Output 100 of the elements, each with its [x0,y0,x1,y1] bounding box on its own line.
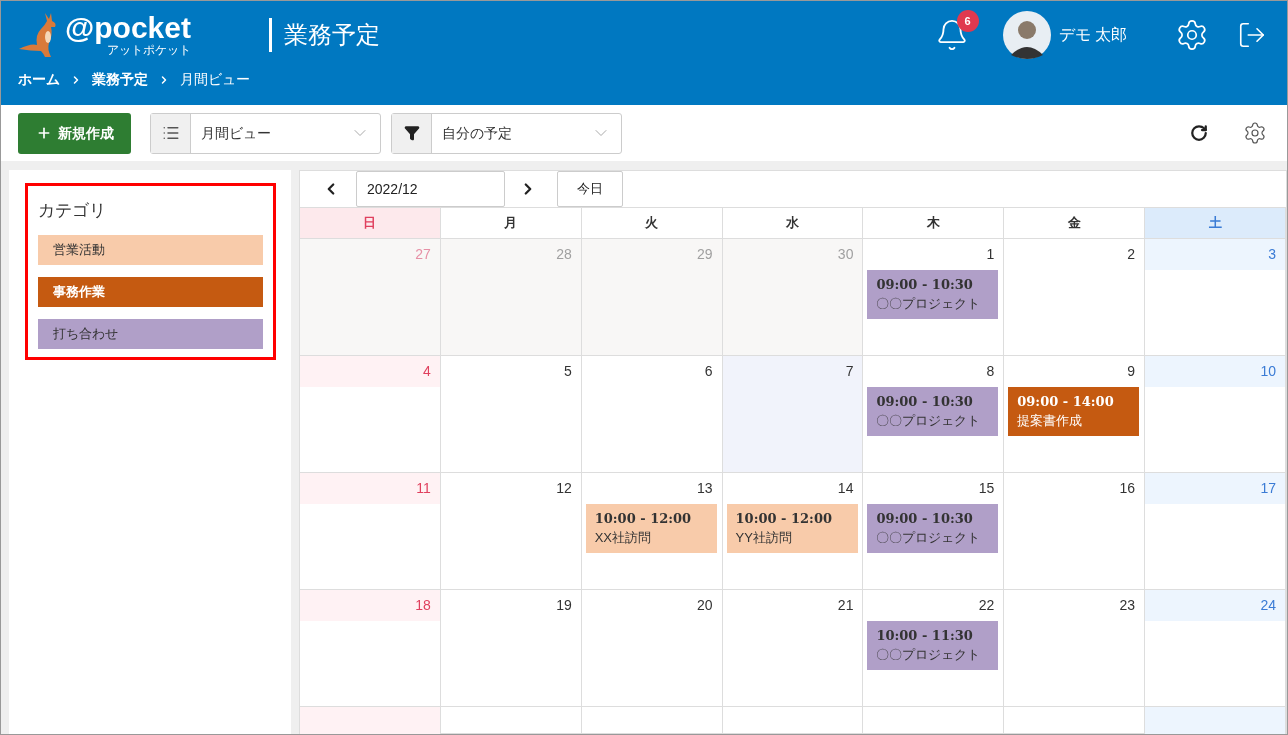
day-number: 21 [837,596,854,615]
day-number: 1 [986,245,995,264]
day-cell[interactable]: 2 [1004,239,1146,356]
day-number: 12 [556,479,572,498]
view-select[interactable]: 月間ビュー [150,112,381,154]
category-tag[interactable]: 営業活動 [38,234,263,265]
day-cell[interactable]: 1 09:00 - 10:30 〇〇プロジェクト [863,239,1005,356]
category-tag[interactable]: 打ち合わせ [38,318,263,349]
day-cell[interactable]: 23 [1004,590,1146,707]
day-number: 10 [1260,362,1276,381]
day-cell[interactable]: 6 [581,356,723,473]
filter-select[interactable]: 自分の予定 [391,112,622,154]
event-time: 09:00 - 10:30 [876,277,974,293]
filter-icon [403,125,420,141]
day-number: 17 [1260,479,1276,498]
day-number: 7 [845,362,854,381]
category-tag[interactable]: 事務作業 [38,276,263,307]
logo-text: @pocket [65,13,191,43]
day-cell[interactable]: 16 [1004,473,1146,590]
day-number: 14 [837,479,854,498]
day-number: 2 [1127,245,1136,264]
event-title: 〇〇プロジェクト [876,296,982,312]
day-number: 22 [978,596,995,615]
day-number: 29 [697,245,713,264]
day-cell[interactable]: 24 [1145,590,1286,707]
day-number: 19 [556,596,572,615]
settings-icon[interactable] [1243,121,1267,145]
day-cell[interactable]: 7 [722,356,864,473]
day-number: 4 [423,362,431,381]
list-icon [161,124,180,142]
weekday-header: 金 [1004,208,1146,239]
event-block[interactable]: 09:00 - 10:30 〇〇プロジェクト [867,504,999,553]
day-cell[interactable] [300,707,441,734]
weekday-header: 木 [863,208,1005,239]
user-name[interactable]: デモ 太郎 [1058,23,1127,47]
breadcrumb-link[interactable]: ホーム [18,69,60,90]
day-cell[interactable]: 3 [1145,239,1286,356]
notification-badge: 6 [956,10,979,32]
day-cell[interactable]: 4 [300,356,441,473]
new-button[interactable]: 新規作成 [18,112,131,154]
day-cell[interactable]: 8 09:00 - 10:30 〇〇プロジェクト [863,356,1005,473]
view-select-value: 月間ビュー [201,123,272,143]
weekday-header: 日 [300,208,441,239]
event-time: 10:00 - 12:00 [594,511,693,527]
event-block[interactable]: 10:00 - 11:30 〇〇プロジェクト [867,621,999,670]
event-title: YY社訪問 [735,530,793,546]
day-number: 11 [416,479,431,498]
weekday-header: 月 [440,208,582,239]
event-block[interactable]: 09:00 - 14:00 提案書作成 [1008,387,1140,436]
event-block[interactable]: 10:00 - 12:00 XX社訪問 [585,504,717,553]
breadcrumb-link[interactable]: 業務予定 [92,69,148,90]
day-cell[interactable]: 19 [440,590,582,707]
day-cell[interactable]: 12 [440,473,582,590]
day-cell[interactable]: 20 [581,590,723,707]
day-cell[interactable]: 10 [1145,356,1286,473]
event-time: 10:00 - 11:30 [876,628,974,644]
event-time: 10:00 - 12:00 [735,511,833,527]
event-block[interactable]: 09:00 - 10:30 〇〇プロジェクト [867,270,999,319]
day-number: 20 [697,596,713,615]
event-block[interactable]: 09:00 - 10:30 〇〇プロジェクト [867,387,999,436]
day-number: 16 [1119,479,1136,498]
day-cell[interactable] [1145,707,1286,734]
today-button[interactable]: 今日 [557,171,623,207]
filter-select-value: 自分の予定 [442,123,513,143]
weekday-header: 土 [1145,208,1286,239]
avatar[interactable] [1002,11,1051,59]
day-cell[interactable]: 9 09:00 - 14:00 提案書作成 [1004,356,1146,473]
day-number: 24 [1260,596,1276,615]
day-number: 27 [415,245,431,264]
day-cell[interactable]: 21 [722,590,864,707]
event-title: 〇〇プロジェクト [876,530,982,546]
day-cell[interactable]: 5 [440,356,582,473]
event-block[interactable]: 10:00 - 12:00 YY社訪問 [726,504,858,553]
day-cell[interactable]: 14 10:00 - 12:00 YY社訪問 [722,473,864,590]
day-cell[interactable]: 22 10:00 - 11:30 〇〇プロジェクト [863,590,1005,707]
day-cell[interactable]: 15 09:00 - 10:30 〇〇プロジェクト [863,473,1005,590]
weekday-header: 火 [581,208,723,239]
settings-icon[interactable] [1175,18,1209,52]
day-cell[interactable]: 11 [300,473,441,590]
day-cell[interactable]: 17 [1145,473,1286,590]
day-cell[interactable]: 13 10:00 - 12:00 XX社訪問 [581,473,723,590]
day-number: 23 [1119,596,1136,615]
day-number: 9 [1127,362,1136,381]
day-number: 6 [704,362,713,381]
logout-icon[interactable] [1237,20,1267,50]
refresh-icon[interactable] [1190,124,1208,142]
day-number: 3 [1268,245,1276,264]
event-time: 09:00 - 10:30 [876,394,974,410]
logo-subtitle: アットポケット [106,43,191,57]
weekday-header: 水 [722,208,864,239]
month-field[interactable]: 2022/12 [356,171,505,207]
day-number: 13 [697,479,713,498]
event-time: 09:00 - 14:00 [1017,394,1115,410]
day-number: 30 [837,245,854,264]
day-cell[interactable]: 18 [300,590,441,707]
day-number: 5 [563,362,572,381]
day-number: 8 [986,362,995,381]
day-number: 15 [978,479,995,498]
day-number: 28 [556,245,572,264]
event-time: 09:00 - 10:30 [876,511,974,527]
